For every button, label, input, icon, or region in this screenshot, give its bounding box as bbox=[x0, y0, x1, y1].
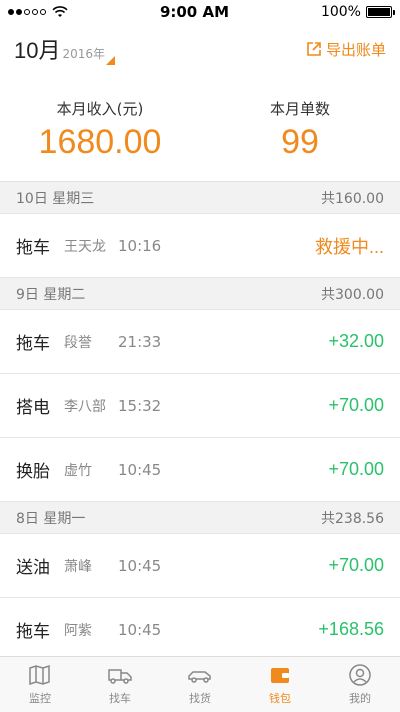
transaction-row[interactable]: 换胎 虚竹 10:45 +70.00 bbox=[0, 438, 400, 502]
day-header: 10日 星期三 共160.00 bbox=[0, 182, 400, 214]
status-right: 100% bbox=[320, 4, 395, 20]
tab-label: 钱包 bbox=[269, 692, 291, 705]
orders-summary: 本月单数 99 bbox=[200, 74, 400, 181]
order-status: 救援中... bbox=[314, 236, 384, 257]
transaction-row[interactable]: 拖车 阿紫 10:45 +168.56 bbox=[0, 598, 400, 662]
service-type: 送油 bbox=[16, 558, 50, 578]
order-time: 10:45 bbox=[118, 460, 162, 479]
status-time: 9:00 AM bbox=[159, 3, 230, 21]
truck-icon bbox=[108, 669, 132, 684]
month-label: 10月 bbox=[14, 38, 61, 63]
day-date: 10日 星期三 bbox=[16, 190, 95, 207]
transaction-row[interactable]: 拖车 王天龙 10:16 救援中... bbox=[0, 214, 400, 278]
car-icon bbox=[188, 671, 211, 683]
transaction-row[interactable]: 拖车 段誉 21:33 +32.00 bbox=[0, 310, 400, 374]
tab-monitor[interactable]: 监控 bbox=[0, 657, 80, 712]
signal-icon bbox=[8, 9, 46, 15]
order-time: 10:45 bbox=[118, 556, 162, 575]
order-time: 15:32 bbox=[118, 396, 162, 415]
person-name: 萧峰 bbox=[64, 558, 92, 575]
day-header: 9日 星期二 共300.00 bbox=[0, 278, 400, 310]
tab-find-cargo[interactable]: 找货 bbox=[160, 657, 240, 712]
order-time: 21:33 bbox=[118, 332, 162, 351]
tab-bar: 监控 找车 找货 钱包 我的 bbox=[0, 656, 400, 712]
battery-percent: 100% bbox=[320, 4, 361, 20]
tab-me[interactable]: 我的 bbox=[320, 657, 400, 712]
orders-value: 99 bbox=[281, 123, 319, 161]
order-time: 10:45 bbox=[118, 620, 162, 639]
user-icon bbox=[349, 664, 371, 686]
order-time: 10:16 bbox=[118, 236, 162, 255]
month-selector[interactable]: 10月 2016年 bbox=[14, 33, 116, 65]
map-icon bbox=[29, 664, 50, 686]
tab-wallet[interactable]: 钱包 bbox=[240, 657, 320, 712]
orders-label: 本月单数 bbox=[269, 100, 330, 118]
export-label: 导出账单 bbox=[325, 40, 386, 59]
dropdown-corner-icon bbox=[106, 56, 116, 65]
tab-label: 监控 bbox=[29, 692, 51, 705]
tab-label: 我的 bbox=[349, 692, 371, 705]
export-bill-button[interactable]: 导出账单 bbox=[306, 39, 386, 60]
day-total: 共160.00 bbox=[321, 190, 384, 207]
day-header: 8日 星期一 共238.56 bbox=[0, 502, 400, 534]
order-amount: +70.00 bbox=[328, 459, 384, 479]
tab-label: 找车 bbox=[109, 692, 131, 705]
tab-label: 找货 bbox=[189, 692, 211, 705]
day-total: 共300.00 bbox=[321, 286, 384, 303]
transaction-row[interactable]: 送油 萧峰 10:45 +70.00 bbox=[0, 534, 400, 598]
person-name: 王天龙 bbox=[64, 238, 106, 255]
export-icon bbox=[307, 42, 321, 56]
service-type: 拖车 bbox=[16, 334, 50, 354]
wallet-icon bbox=[271, 668, 289, 683]
header: 10月 2016年 导出账单 bbox=[0, 24, 400, 74]
order-amount: +70.00 bbox=[328, 395, 384, 415]
service-type: 搭电 bbox=[16, 398, 50, 418]
income-label: 本月收入(元) bbox=[56, 100, 144, 118]
person-name: 段誉 bbox=[64, 334, 92, 351]
person-name: 李八部 bbox=[64, 398, 106, 415]
day-date: 9日 星期二 bbox=[16, 286, 86, 303]
transaction-list: 10日 星期三 共160.00 拖车 王天龙 10:16 救援中... 9日 星… bbox=[0, 182, 400, 662]
day-total: 共238.56 bbox=[321, 510, 384, 527]
monthly-summary: 本月收入(元) 1680.00 本月单数 99 bbox=[0, 74, 400, 182]
year-label: 2016年 bbox=[62, 47, 106, 61]
service-type: 换胎 bbox=[16, 462, 50, 482]
order-amount: +168.56 bbox=[318, 619, 384, 639]
status-left bbox=[8, 6, 68, 18]
tab-find-truck[interactable]: 找车 bbox=[80, 657, 160, 712]
order-amount: +70.00 bbox=[328, 555, 384, 575]
day-date: 8日 星期一 bbox=[16, 510, 86, 527]
person-name: 虚竹 bbox=[64, 462, 92, 479]
person-name: 阿紫 bbox=[64, 622, 92, 639]
status-bar: 9:00 AM 100% bbox=[0, 0, 400, 24]
wifi-icon bbox=[52, 6, 68, 17]
order-amount: +32.00 bbox=[328, 331, 384, 351]
service-type: 拖车 bbox=[16, 238, 50, 258]
transaction-row[interactable]: 搭电 李八部 15:32 +70.00 bbox=[0, 374, 400, 438]
battery-icon bbox=[365, 6, 395, 18]
income-value: 1680.00 bbox=[38, 123, 162, 161]
service-type: 拖车 bbox=[16, 622, 50, 642]
income-summary: 本月收入(元) 1680.00 bbox=[0, 74, 200, 181]
